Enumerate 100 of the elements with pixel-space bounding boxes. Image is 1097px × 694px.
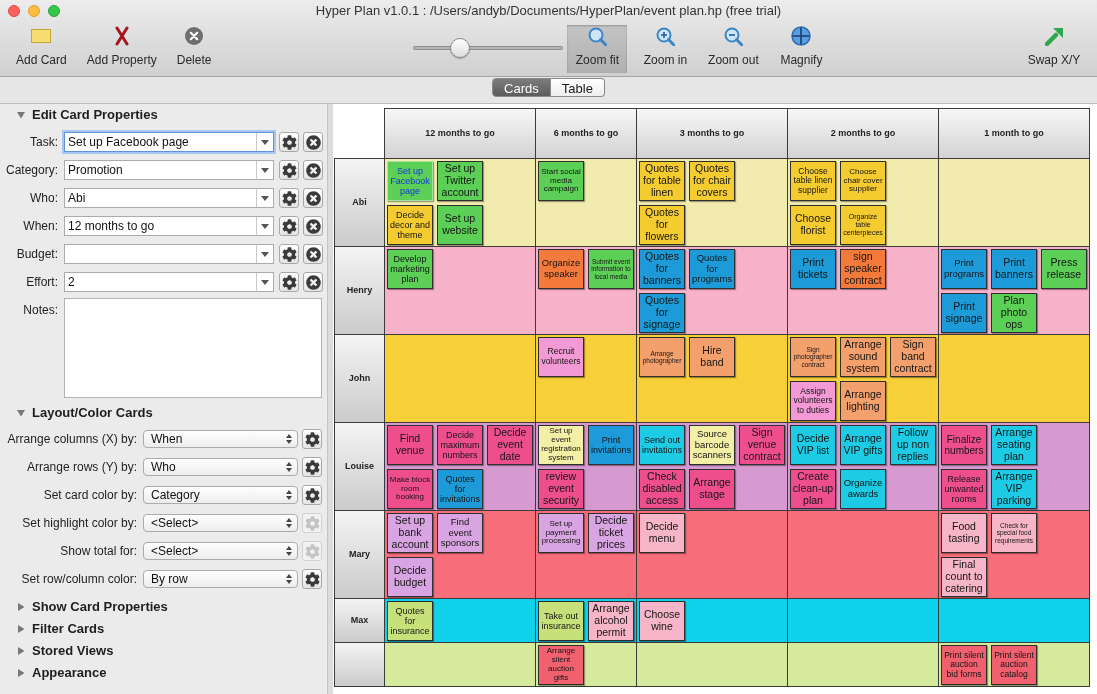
task-card[interactable]: Decide decor and theme [387, 205, 433, 245]
task-card[interactable]: Recruit volunteers [538, 337, 584, 377]
task-card[interactable]: Set up payment processing [538, 513, 584, 553]
window-close-button[interactable] [8, 5, 20, 17]
slider-thumb[interactable] [449, 38, 470, 58]
task-card[interactable]: Set up event registration system [538, 425, 584, 465]
task-card[interactable]: Print banners [991, 249, 1037, 289]
task-card[interactable]: Decide VIP list [790, 425, 836, 465]
task-card[interactable]: Arrange sound system [840, 337, 886, 377]
clear-button[interactable] [303, 160, 323, 180]
delete-button[interactable]: Delete [170, 25, 218, 73]
task-card[interactable]: Arrange lighting [840, 381, 886, 421]
task-card[interactable]: Quotes for table linen [639, 161, 685, 201]
combo-field[interactable]: Promotion [64, 160, 274, 180]
task-card[interactable]: Set up website [437, 205, 483, 245]
settings-button[interactable] [302, 485, 322, 505]
zoom-fit-button[interactable]: Zoom fit [567, 25, 628, 73]
popup-menu-button[interactable]: Who [143, 458, 298, 476]
task-card[interactable]: Choose chair cover supplier [840, 161, 886, 201]
combo-field[interactable]: Set up Facebook page [64, 132, 274, 152]
window-zoom-button[interactable] [48, 5, 60, 17]
task-card[interactable]: Choose wine [639, 601, 685, 641]
popup-menu-button[interactable]: By row [143, 570, 298, 588]
section-toggle[interactable]: Edit Card Properties [17, 104, 158, 126]
task-card[interactable]: Arrange silent auction gifts [538, 645, 584, 685]
task-card[interactable]: Sign band contract [890, 337, 936, 377]
task-card[interactable]: Source barcode scanners [689, 425, 735, 465]
task-card[interactable]: Print signage [941, 293, 987, 333]
task-card[interactable]: Finalize numbers [941, 425, 987, 465]
zoom-slider[interactable] [413, 38, 564, 58]
task-card[interactable]: Take out insurance [538, 601, 584, 641]
notes-field[interactable] [64, 298, 322, 398]
combo-field[interactable]: 12 months to go [64, 216, 274, 236]
settings-button[interactable] [279, 188, 299, 208]
task-card[interactable]: Quotes for insurance [387, 601, 433, 641]
clear-button[interactable] [303, 272, 323, 292]
task-card[interactable]: Find venue [387, 425, 433, 465]
task-card[interactable]: Set up Twitter account [437, 161, 483, 201]
view-tab[interactable]: Cards [492, 78, 551, 97]
popup-menu-button[interactable]: Category [143, 486, 298, 504]
task-card[interactable]: Quotes for chair covers [689, 161, 735, 201]
task-card[interactable]: review event security [538, 469, 584, 509]
task-card[interactable]: Make block room booking [387, 469, 433, 509]
task-card[interactable]: Quotes for invitations [437, 469, 483, 509]
task-card[interactable]: Find event sponsors [437, 513, 483, 553]
task-card[interactable]: Print tickets [790, 249, 836, 289]
clear-button[interactable] [303, 216, 323, 236]
add-card-button[interactable]: Add Card [10, 25, 73, 73]
task-card[interactable]: sign speaker contract [840, 249, 886, 289]
settings-button[interactable] [279, 132, 299, 152]
settings-button[interactable] [279, 160, 299, 180]
add-property-button[interactable]: Add Property [80, 25, 163, 73]
zoom-out-button[interactable]: Zoom out [703, 25, 764, 73]
task-card[interactable]: Check disabled access [639, 469, 685, 509]
task-card[interactable]: Print silent auction bid forms [941, 645, 987, 685]
clear-button[interactable] [303, 188, 323, 208]
task-card[interactable]: Develop marketing plan [387, 249, 433, 289]
task-card[interactable]: Arrange VIP parking [991, 469, 1037, 509]
settings-button[interactable] [279, 216, 299, 236]
task-card[interactable]: Quotes for programs [689, 249, 735, 289]
task-card[interactable]: Set up bank account [387, 513, 433, 553]
task-card[interactable]: Quotes for flowers [639, 205, 685, 245]
task-card[interactable]: Final count to catering [941, 557, 987, 597]
combo-field[interactable] [64, 244, 274, 264]
task-card[interactable]: Print invitations [588, 425, 634, 465]
view-tab[interactable]: Table [550, 78, 605, 97]
task-card[interactable]: Assign volunteers to duties [790, 381, 836, 421]
task-card[interactable]: Sign venue contract [739, 425, 785, 465]
task-card[interactable]: Print silent auction catalog [991, 645, 1037, 685]
settings-button[interactable] [302, 569, 322, 589]
task-card[interactable]: Decide budget [387, 557, 433, 597]
task-card[interactable]: Food tasting [941, 513, 987, 553]
zoom-in-button[interactable]: Zoom in [635, 25, 696, 73]
popup-menu-button[interactable]: When [143, 430, 298, 448]
task-card[interactable]: Decide ticket prices [588, 513, 634, 553]
task-card[interactable]: Release unwanted rooms [941, 469, 987, 509]
popup-menu-button[interactable]: <Select> [143, 514, 298, 532]
task-card[interactable]: Arrange VIP gifts [840, 425, 886, 465]
popup-menu-button[interactable]: <Select> [143, 542, 298, 560]
section-toggle[interactable]: Stored Views [17, 640, 114, 662]
settings-button[interactable] [302, 457, 322, 477]
task-card[interactable]: Organize awards [840, 469, 886, 509]
section-toggle[interactable]: Appearance [17, 662, 107, 684]
task-card[interactable]: Choose table linen supplier [790, 161, 836, 201]
task-card[interactable]: Set up Facebook page [387, 161, 433, 201]
clear-button[interactable] [303, 132, 323, 152]
task-card[interactable]: Send out invitations [639, 425, 685, 465]
task-card[interactable]: Quotes for signage [639, 293, 685, 333]
task-card[interactable]: Press release [1041, 249, 1087, 289]
task-card[interactable]: Choose florist [790, 205, 836, 245]
section-toggle[interactable]: Show Card Properties [17, 596, 168, 618]
task-card[interactable]: Decide maximum numbers [437, 425, 483, 465]
task-card[interactable]: Quotes for banners [639, 249, 685, 289]
swap-button[interactable]: Swap X/Y [1024, 25, 1084, 73]
section-toggle[interactable]: Filter Cards [17, 618, 105, 640]
settings-button[interactable] [279, 244, 299, 264]
task-card[interactable]: Hire band [689, 337, 735, 377]
clear-button[interactable] [303, 244, 323, 264]
combo-field[interactable]: 2 [64, 272, 274, 292]
task-card[interactable]: Organize speaker [538, 249, 584, 289]
